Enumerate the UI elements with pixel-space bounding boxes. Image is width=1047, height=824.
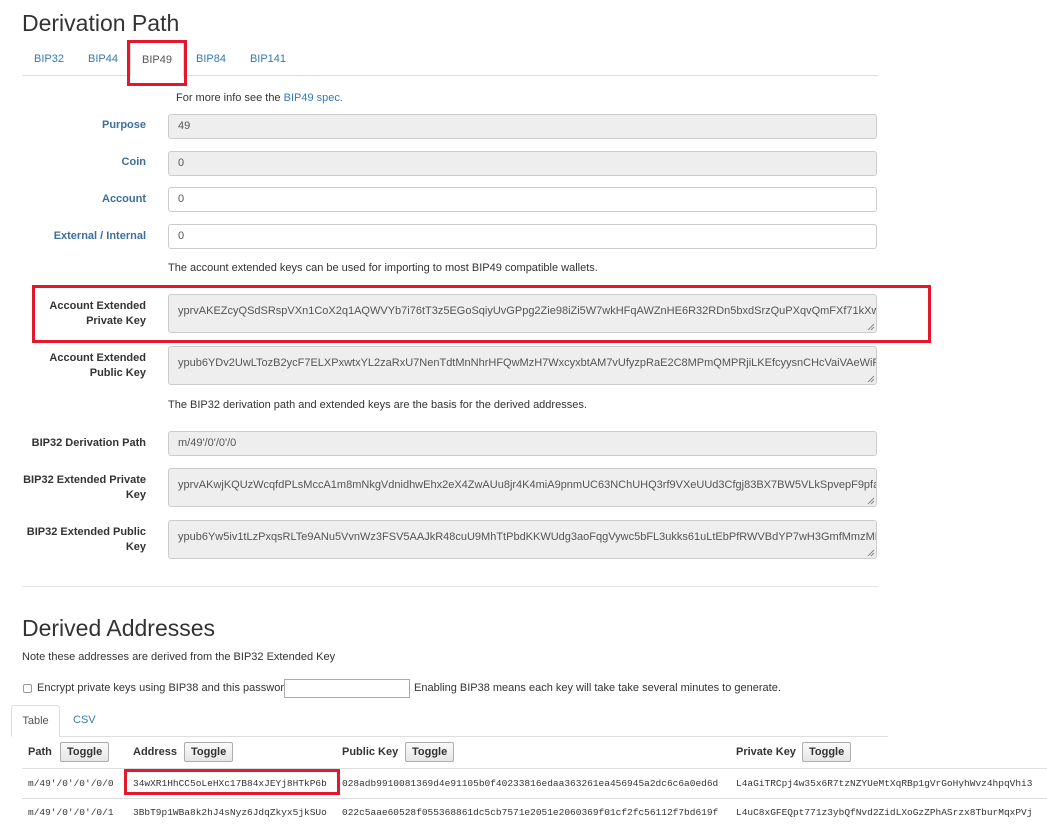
purpose-field[interactable]: 49: [168, 114, 877, 139]
column-path: Path: [28, 746, 52, 758]
tab-bip32[interactable]: BIP32: [22, 40, 76, 76]
table-row-path: m/49'/0'/0'/0/0: [28, 778, 114, 789]
table-row-private-key: L4aGiTRCpj4w35x6R7tzNZYUeMtXqRBp1gVrGoHy…: [736, 778, 1033, 789]
derivation-title: Derivation Path: [22, 10, 180, 36]
tab-bip141[interactable]: BIP141: [242, 40, 294, 76]
column-address: Address: [133, 746, 178, 758]
bip32-path-label: BIP32 Derivation Path: [31, 437, 146, 449]
toggle-public-key-button[interactable]: Toggle: [405, 742, 455, 762]
column-private-key: Private Key: [736, 746, 796, 758]
bip32-ext-pub-value: ypub6Yw5iv1tLzPxqsRLTe9ANu5VvnWz3FSV5AAJ…: [178, 531, 877, 543]
table-row-private-key: L4uC8xGFEQpt771z3ybQfNvd2ZidLXoGzZPhASrz…: [736, 807, 1033, 818]
bip32-ext-priv-value: yprvAKwjKQUzWcqfdPLsMccA1m8mNkgVdnidhwEh…: [178, 479, 877, 491]
bip32-ext-priv-field[interactable]: yprvAKwjKQUzWcqfdPLsMccA1m8mNkgVdnidhwEh…: [168, 468, 877, 507]
table-row-public-key: 028adb9910081369d4e91105b0f40233816edaa3…: [342, 778, 719, 789]
info-line: For more info see the BIP49 spec.: [176, 92, 343, 104]
resize-grip-icon[interactable]: [867, 497, 875, 505]
external-internal-input[interactable]: 0: [168, 224, 877, 249]
bip32-path-field[interactable]: m/49'/0'/0'/0: [168, 431, 877, 456]
highlight-first-address: [124, 769, 340, 795]
bip32-help: The BIP32 derivation path and extended k…: [168, 399, 587, 411]
table-row-path: m/49'/0'/0'/0/1: [28, 807, 114, 818]
bip32-ext-pub-label-line1: BIP32 Extended Public: [26, 526, 146, 538]
toggle-address-button[interactable]: Toggle: [184, 742, 234, 762]
purpose-label: Purpose: [101, 119, 146, 131]
account-ext-pub-value: ypub6YDv2UwLTozB2ycF7ELXPxwtxYL2zaRxU7Ne…: [178, 357, 877, 369]
bip32-ext-pub-label: BIP32 Extended Public Key: [16, 525, 146, 555]
column-public-key: Public Key: [342, 746, 399, 758]
table-row-public-key: 022c5aae60528f055368861dc5cb7571e2051e20…: [342, 807, 719, 818]
coin-field[interactable]: 0: [168, 151, 877, 176]
info-prefix: For more info see the: [176, 92, 281, 104]
bip32-ext-priv-label-line2: Key: [125, 489, 146, 501]
account-ext-pub-label-line1: Account Extended: [49, 352, 146, 364]
tab-bip84[interactable]: BIP84: [188, 40, 234, 76]
bip49-spec-link[interactable]: BIP49 spec.: [284, 92, 343, 104]
tab-table[interactable]: Table: [11, 705, 60, 737]
account-keys-help: The account extended keys can be used fo…: [168, 262, 598, 274]
resize-grip-icon[interactable]: [867, 375, 875, 383]
section-divider: [22, 586, 878, 587]
bip32-ext-pub-label-line2: Key: [125, 541, 146, 553]
resize-grip-icon[interactable]: [867, 549, 875, 557]
result-tabs-underline: [11, 736, 888, 737]
derived-title: Derived Addresses: [22, 615, 216, 641]
bip38-password-input[interactable]: [284, 679, 410, 698]
derived-note: Note these addresses are derived from th…: [22, 651, 336, 663]
account-input[interactable]: 0: [168, 187, 877, 212]
bip32-ext-pub-field[interactable]: ypub6Yw5iv1tLzPxqsRLTe9ANu5VvnWz3FSV5AAJ…: [168, 520, 877, 559]
tab-csv[interactable]: CSV: [73, 714, 96, 726]
account-ext-pub-label-line2: Public Key: [89, 367, 146, 379]
account-ext-pub-label: Account Extended Public Key: [16, 351, 146, 381]
bip32-ext-priv-label: BIP32 Extended Private Key: [16, 473, 146, 503]
table-row-divider: [22, 798, 1047, 799]
highlight-account-ext-priv: [32, 285, 931, 343]
bip38-checkbox[interactable]: [23, 684, 32, 693]
bip38-label: Encrypt private keys using BIP38 and thi…: [37, 682, 294, 694]
table-row-address: 3BbT9p1WBa8k2hJ4sNyz6JdqZkyx5jkSUo: [133, 807, 327, 818]
toggle-path-button[interactable]: Toggle: [60, 742, 110, 762]
account-label: Account: [102, 193, 146, 205]
tab-bip44[interactable]: BIP44: [78, 40, 128, 76]
account-ext-pub-field[interactable]: ypub6YDv2UwLTozB2ycF7ELXPxwtxYL2zaRxU7Ne…: [168, 346, 877, 385]
external-internal-label: External / Internal: [53, 230, 146, 242]
bip32-ext-priv-label-line1: BIP32 Extended Private: [23, 474, 146, 486]
highlight-tab-bip49: [127, 40, 187, 86]
coin-label: Coin: [121, 156, 146, 168]
bip38-note: Enabling BIP38 means each key will take …: [414, 682, 781, 694]
toggle-private-key-button[interactable]: Toggle: [802, 742, 852, 762]
